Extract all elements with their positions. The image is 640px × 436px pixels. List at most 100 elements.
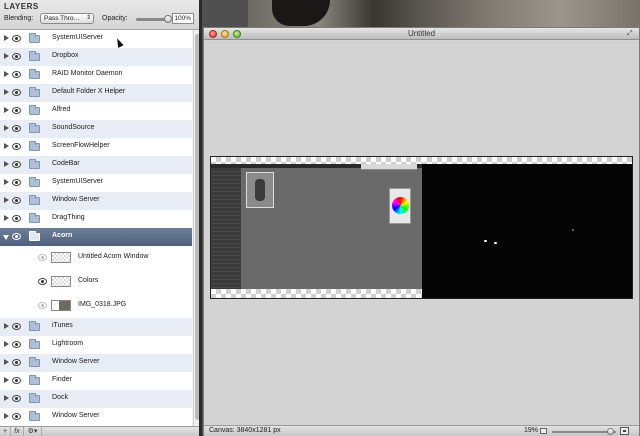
eye-icon[interactable] — [12, 71, 21, 78]
light-spot — [494, 242, 497, 244]
layer-row[interactable]: IMG_0318.JPG — [0, 294, 192, 318]
layer-thumbnail — [51, 300, 71, 311]
eye-icon[interactable] — [12, 377, 21, 384]
disclosure-closed-icon[interactable] — [4, 71, 9, 77]
eye-icon[interactable] — [12, 197, 21, 204]
layer-row[interactable]: CodeBar — [0, 156, 192, 174]
disclosure-closed-icon[interactable] — [4, 197, 9, 203]
layer-row[interactable]: Window Server — [0, 192, 192, 210]
layer-row[interactable]: Window Server — [0, 354, 192, 372]
layer-row[interactable]: Dropbox — [0, 48, 192, 66]
zoom-slider[interactable] — [552, 428, 616, 435]
canvas-size-readout: Canvas: 3840x1281 px — [209, 427, 281, 434]
layer-name: Window Server — [52, 412, 100, 419]
fullscreen-icon[interactable]: ⤢ — [627, 30, 635, 38]
layer-row[interactable]: Untitled Acorn Window — [0, 246, 192, 270]
layer-row[interactable]: SoundSource — [0, 120, 192, 138]
layer-row[interactable]: Acorn — [0, 228, 192, 246]
eye-icon[interactable] — [12, 107, 21, 114]
eye-icon[interactable] — [12, 143, 21, 150]
folder-icon — [29, 357, 40, 367]
layer-row[interactable]: RAID Monitor Daemon — [0, 66, 192, 84]
layer-thumbnail — [51, 252, 71, 263]
layer-name: Window Server — [52, 358, 100, 365]
layer-row[interactable]: Alfred — [0, 102, 192, 120]
eye-icon[interactable] — [12, 53, 21, 60]
disclosure-closed-icon[interactable] — [4, 35, 9, 41]
layer-name: Alfred — [52, 106, 71, 113]
layer-row[interactable]: SystemUIServer — [0, 174, 192, 192]
zoom-out-icon[interactable] — [540, 428, 547, 434]
disclosure-closed-icon[interactable] — [4, 107, 9, 113]
layer-row[interactable]: Default Folder X Helper — [0, 84, 192, 102]
add-layer-button[interactable]: + — [0, 427, 11, 436]
document-window: Untitled ⤢ Canvas: 3840x1281 px 19% — [203, 27, 640, 436]
disclosure-closed-icon[interactable] — [4, 377, 9, 383]
layer-row[interactable]: iTunes — [0, 318, 192, 336]
disclosure-closed-icon[interactable] — [4, 179, 9, 185]
layer-name: IMG_0318.JPG — [78, 301, 127, 308]
eye-icon[interactable] — [12, 89, 21, 96]
layer-row[interactable]: ScreenFlowHelper — [0, 138, 192, 156]
eye-icon[interactable] — [12, 179, 21, 186]
layer-row[interactable]: Window Server — [0, 408, 192, 426]
color-wheel-icon — [392, 197, 409, 214]
folder-icon — [29, 87, 40, 97]
layer-name: ScreenFlowHelper — [52, 142, 110, 149]
layer-row[interactable]: Dock — [0, 390, 192, 408]
eye-icon[interactable] — [12, 35, 21, 42]
layer-name: Untitled Acorn Window — [78, 253, 149, 260]
opacity-slider[interactable] — [136, 15, 172, 23]
eye-icon[interactable] — [12, 215, 21, 222]
layer-name: DragThing — [52, 214, 85, 221]
disclosure-closed-icon[interactable] — [4, 143, 9, 149]
eye-icon[interactable] — [12, 413, 21, 420]
eye-icon[interactable] — [12, 161, 21, 168]
eye-icon[interactable] — [12, 125, 21, 132]
window-titlebar[interactable]: Untitled ⤢ — [204, 28, 639, 40]
eye-icon[interactable] — [12, 323, 21, 330]
opacity-slider-knob[interactable] — [164, 15, 172, 23]
disclosure-open-icon[interactable] — [3, 235, 9, 240]
layer-name: Finder — [52, 376, 72, 383]
folder-icon — [29, 321, 40, 331]
gear-menu-button[interactable]: ⚙▾ — [24, 427, 42, 436]
folder-icon — [29, 33, 40, 43]
layer-name: RAID Monitor Daemon — [52, 70, 123, 77]
blending-select[interactable]: Pass Thro… ⇕ — [40, 13, 94, 24]
disclosure-closed-icon[interactable] — [4, 359, 9, 365]
transparent-area-bottom — [211, 289, 422, 298]
canvas-image[interactable] — [210, 156, 633, 299]
layer-row[interactable]: DragThing — [0, 210, 192, 228]
layer-name: SystemUIServer — [52, 34, 103, 41]
panel-divider[interactable] — [199, 0, 202, 436]
layer-row[interactable]: SystemUIServer — [0, 30, 192, 48]
eye-icon[interactable] — [12, 395, 21, 402]
eye-icon[interactable] — [12, 359, 21, 366]
zoom-slider-knob[interactable] — [606, 428, 614, 435]
opacity-field[interactable]: 100% — [172, 13, 194, 24]
layer-row[interactable]: Finder — [0, 372, 192, 390]
eye-icon[interactable] — [38, 302, 47, 309]
disclosure-closed-icon[interactable] — [4, 53, 9, 59]
eye-icon[interactable] — [12, 233, 21, 240]
canvas-area[interactable] — [204, 41, 639, 425]
fx-button[interactable]: fx — [11, 427, 24, 436]
folder-icon — [29, 105, 40, 115]
layer-row[interactable]: Colors — [0, 270, 192, 294]
layer-row[interactable]: Lightroom — [0, 336, 192, 354]
disclosure-closed-icon[interactable] — [4, 413, 9, 419]
disclosure-closed-icon[interactable] — [4, 341, 9, 347]
opacity-label: Opacity: — [102, 15, 128, 22]
zoom-in-icon[interactable] — [620, 427, 629, 435]
disclosure-closed-icon[interactable] — [4, 215, 9, 221]
disclosure-closed-icon[interactable] — [4, 89, 9, 95]
disclosure-closed-icon[interactable] — [4, 125, 9, 131]
eye-icon[interactable] — [12, 341, 21, 348]
disclosure-closed-icon[interactable] — [4, 323, 9, 329]
zoom-level: 19% — [524, 427, 539, 434]
eye-icon[interactable] — [38, 254, 47, 261]
disclosure-closed-icon[interactable] — [4, 395, 9, 401]
disclosure-closed-icon[interactable] — [4, 161, 9, 167]
eye-icon[interactable] — [38, 278, 47, 285]
